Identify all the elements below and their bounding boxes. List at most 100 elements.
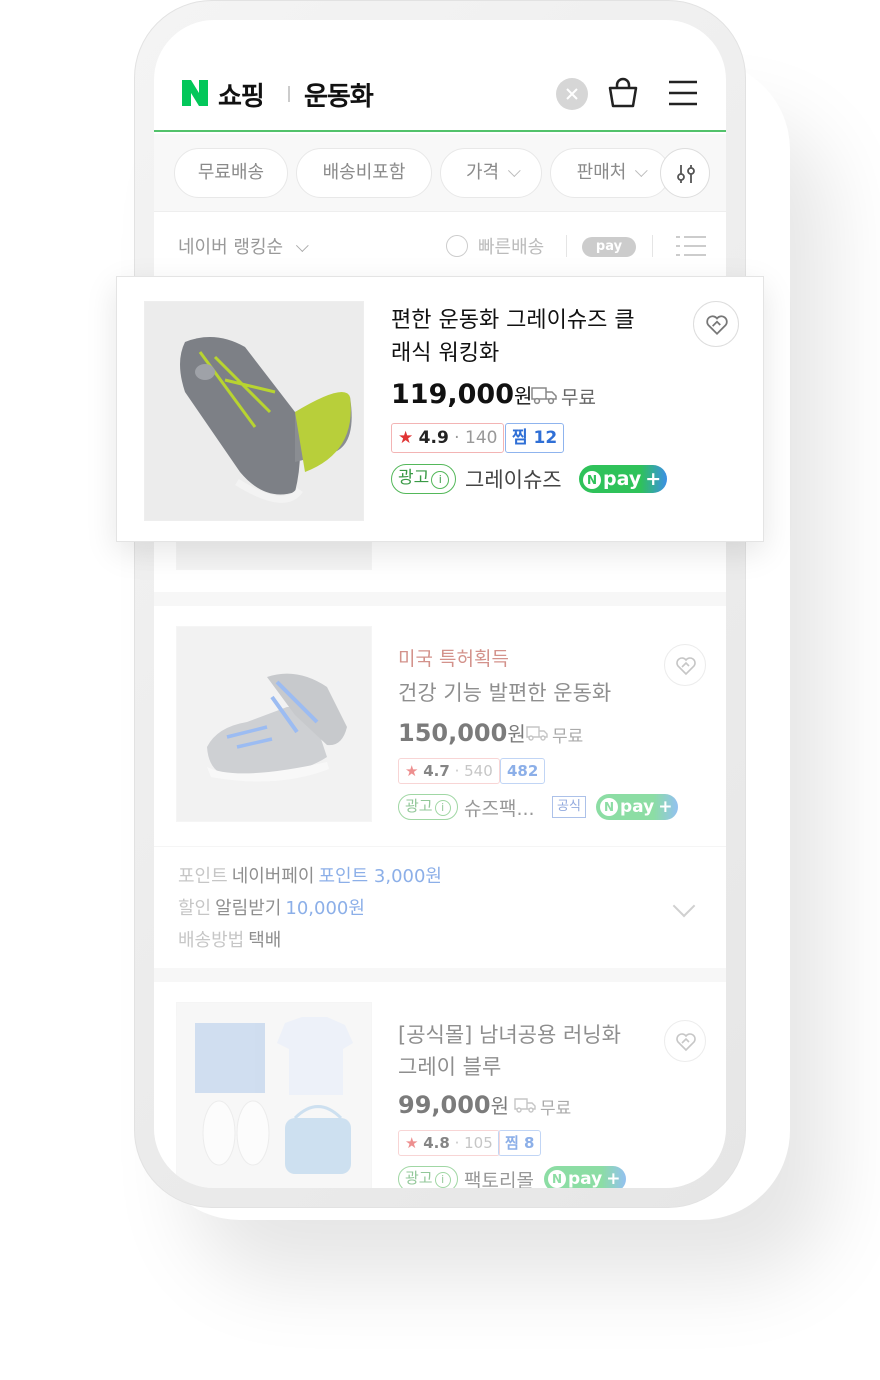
ad-badge[interactable]: 광고 i — [391, 464, 457, 494]
filter-settings-button[interactable] — [660, 148, 710, 198]
shipping-fee: 무료 — [561, 387, 596, 409]
npay-filter-badge[interactable]: pay — [582, 237, 636, 257]
star-icon: ★ — [405, 1134, 419, 1152]
info-icon: i — [431, 471, 450, 489]
chevron-down-icon — [635, 164, 649, 178]
truck-icon — [514, 1098, 536, 1113]
benefit-discount-row: 할인 알림받기 10,000원 — [178, 894, 365, 920]
sort-label: 네이버 랭킹순 — [178, 237, 284, 258]
service-name[interactable]: 쇼핑 — [218, 76, 265, 113]
product-title-line[interactable]: 그레이 블루 — [398, 1052, 501, 1083]
filter-chip-seller[interactable]: 판매처 — [550, 148, 670, 198]
wishlist-count-badge: 482 — [500, 758, 546, 784]
product-thumbnail[interactable] — [176, 626, 372, 822]
clear-search-button[interactable] — [556, 78, 588, 110]
price-currency: 원 — [507, 722, 526, 746]
shopping-bag-icon[interactable] — [606, 76, 640, 110]
section-separator — [154, 968, 726, 982]
npay-label: pay — [568, 1169, 603, 1188]
product-price: 150,000원 — [398, 718, 526, 747]
filter-chip-shipping-included[interactable]: 배송비포함 — [296, 148, 432, 198]
product-thumbnail[interactable] — [144, 301, 364, 521]
rating-score: 4.8 — [423, 1134, 450, 1152]
chevron-down-icon — [295, 239, 309, 253]
phone-screen: 쇼핑 운동화 무료배송 배송비포함 가격 판매처 네이버 랭킹순 빠른배송 pa… — [154, 20, 726, 1188]
fast-shipping-toggle[interactable]: 빠른배송 — [478, 233, 544, 259]
npay-label: pay — [603, 468, 642, 490]
benefit-label: 배송방법 — [178, 930, 245, 951]
seller-name[interactable]: 그레이슈즈 — [465, 464, 562, 494]
product-thumbnail[interactable] — [176, 1002, 372, 1188]
product-title-line[interactable]: 편한 운동화 그레이슈즈 클 — [391, 305, 635, 337]
review-count: 105 — [464, 1134, 493, 1152]
product-title-line[interactable]: [공식몰] 남녀공용 러닝화 — [398, 1020, 621, 1051]
product-title-line[interactable]: 래식 워킹화 — [391, 338, 499, 370]
plus-icon: + — [658, 797, 673, 817]
benefit-label: 포인트 — [178, 866, 228, 887]
sort-bar: 네이버 랭킹순 빠른배송 pay — [154, 213, 726, 275]
list-view-icon[interactable] — [676, 235, 706, 257]
benefit-amount: 포인트 3,000원 — [318, 866, 443, 887]
wishlist-count-badge: 찜 12 — [505, 423, 565, 453]
sort-dropdown[interactable]: 네이버 랭킹순 — [178, 233, 309, 259]
product-title[interactable]: 건강 기능 발편한 운동화 — [398, 678, 611, 709]
menu-icon[interactable] — [668, 80, 698, 106]
benefit-value: 알림받기 — [215, 898, 282, 919]
rating-badge: ★ 4.7 · 540 — [398, 758, 500, 784]
filter-chip-free-shipping[interactable]: 무료배송 — [174, 148, 288, 198]
product-card[interactable]: 미국 특허획득 건강 기능 발편한 운동화 150,000원 무료 ★ 4.7 … — [154, 606, 726, 846]
sort-divider — [566, 235, 567, 257]
check-circle-icon[interactable] — [446, 235, 468, 257]
truck-icon — [531, 387, 557, 405]
npay-n-icon: N — [548, 1170, 566, 1188]
apparel-flatlay-image — [195, 1017, 353, 1174]
star-icon: ★ — [405, 762, 419, 780]
filter-chip-label: 판매처 — [576, 162, 627, 183]
product-card[interactable]: [공식몰] 남녀공용 러닝화 그레이 블루 99,000원 무료 ★ 4.8 ·… — [154, 982, 726, 1188]
benefit-value: 네이버페이 — [231, 866, 315, 887]
rating-badge: ★ 4.8 · 105 — [398, 1130, 500, 1156]
seller-name[interactable]: 팩토리몰 — [464, 1166, 534, 1188]
price-currency: 원 — [490, 1094, 510, 1118]
wishlist-button[interactable] — [664, 644, 706, 686]
heart-icon — [706, 315, 728, 335]
shipping-fee: 무료 — [552, 727, 584, 747]
search-query[interactable]: 운동화 — [304, 76, 374, 113]
wishlist-button[interactable] — [693, 301, 739, 347]
filter-chip-price[interactable]: 가격 — [440, 148, 542, 198]
npay-label: pay — [620, 797, 655, 817]
heart-icon — [676, 1033, 696, 1052]
npay-plus-badge: Npay + — [596, 794, 679, 820]
naver-n-logo-icon[interactable] — [180, 78, 210, 108]
npay-plus-badge: Npay + — [579, 465, 668, 493]
expand-chevron-icon[interactable] — [672, 894, 696, 918]
seller-name[interactable]: 슈즈팩... — [464, 794, 535, 821]
benefit-point-row: 포인트 네이버페이 포인트 3,000원 — [178, 862, 442, 888]
ad-badge[interactable]: 광고 i — [398, 1166, 458, 1188]
plus-icon: + — [606, 1169, 621, 1188]
ad-badge[interactable]: 광고 i — [398, 794, 458, 820]
wishlist-button[interactable] — [664, 1020, 706, 1062]
sneaker-image — [180, 337, 352, 503]
benefit-label: 할인 — [178, 898, 212, 919]
sneaker-image — [207, 673, 347, 782]
product-price: 119,000원 — [391, 379, 532, 410]
benefit-value: 택배 — [248, 930, 282, 951]
sliders-icon — [677, 165, 695, 183]
highlighted-product-card[interactable]: 편한 운동화 그레이슈즈 클 래식 워킹화 119,000원 무료 ★ 4.9 … — [116, 276, 764, 542]
product-price: 99,000원 — [398, 1090, 509, 1119]
review-count: 140 — [465, 428, 498, 448]
info-icon: i — [434, 1172, 451, 1188]
heart-icon — [676, 657, 696, 676]
price-currency: 원 — [513, 384, 533, 408]
npay-n-icon: N — [583, 471, 601, 489]
shipping-fee: 무료 — [540, 1099, 572, 1119]
filter-bar: 무료배송 배송비포함 가격 판매처 — [154, 134, 726, 212]
benefit-amount: 10,000원 — [285, 898, 365, 919]
npay-plus-badge: Npay + — [544, 1166, 627, 1188]
benefit-shipping-row: 배송방법 택배 — [178, 926, 281, 952]
chevron-down-icon — [508, 164, 521, 178]
header-divider — [288, 86, 290, 102]
ad-label: 광고 — [405, 797, 433, 815]
truck-icon — [526, 726, 548, 741]
